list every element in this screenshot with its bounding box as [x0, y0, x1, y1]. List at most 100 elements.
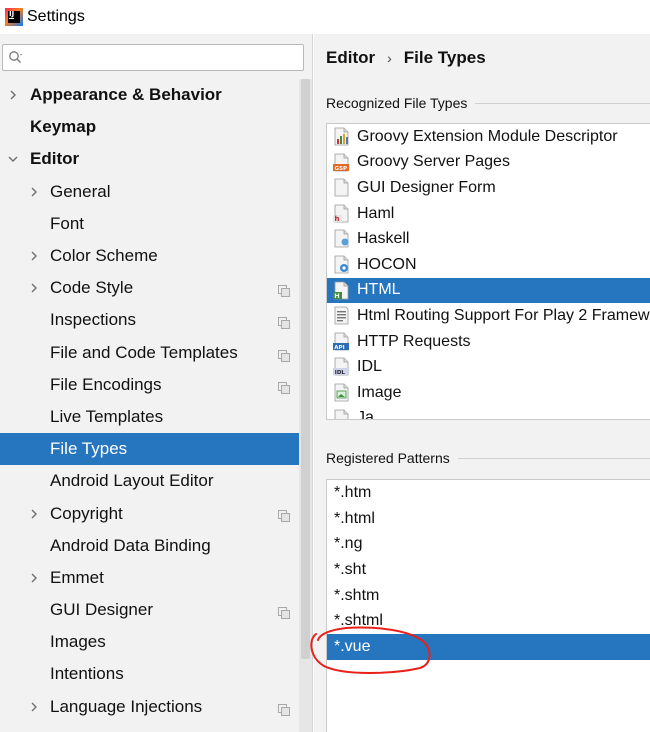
sidebar-item-label: Font [50, 213, 85, 233]
sidebar-item-android-layout-editor[interactable]: Android Layout Editor [0, 465, 299, 497]
breadcrumb-separator: › [387, 50, 392, 66]
pattern-item[interactable]: *.shtm [327, 583, 650, 609]
chevron-right-icon[interactable] [28, 508, 40, 520]
chevron-right-icon[interactable] [28, 186, 40, 198]
project-settings-copy-icon [278, 282, 290, 298]
sidebar-item-label: Code Style [50, 278, 134, 298]
file-type-html[interactable]: H HTML [327, 277, 650, 304]
sidebar-item-gui-designer[interactable]: GUI Designer [0, 594, 299, 626]
project-settings-copy-icon [278, 701, 290, 716]
file-type-haml[interactable]: h Haml [327, 201, 650, 227]
sidebar-scrollbar[interactable] [299, 79, 312, 732]
sidebar-item-label: Editor [30, 149, 80, 169]
title-bar: IJ Settings [0, 0, 650, 34]
search-box[interactable] [2, 44, 304, 71]
section-divider [475, 102, 650, 104]
sidebar-item-label: Language Injections [50, 696, 203, 716]
file-type-label: Image [357, 383, 402, 401]
pattern-item[interactable]: *.shtml [327, 608, 650, 634]
routing-icon [332, 306, 350, 325]
sidebar-item-code-style[interactable]: Code Style [0, 272, 299, 304]
chevron-right-icon[interactable] [28, 250, 40, 262]
haml-icon: h [332, 204, 350, 223]
file-type-label: HTTP Requests [357, 332, 471, 350]
file-type-label: Haskell [357, 230, 410, 248]
sidebar-scrollbar-thumb[interactable] [301, 79, 310, 659]
search-icon[interactable] [8, 50, 24, 66]
file-type-html-routing-support-for-play-2-framework[interactable]: Html Routing Support For Play 2 Framewor… [327, 303, 650, 329]
chevron-right-icon[interactable] [28, 282, 40, 294]
file-type-groovy-server-pages[interactable]: GSP Groovy Server Pages [327, 150, 650, 176]
file-type-haskell[interactable]: Haskell [327, 226, 650, 252]
svg-text:API: API [334, 345, 344, 351]
pattern-item[interactable]: *.ng [327, 531, 650, 557]
svg-text:H: H [334, 292, 339, 300]
java-icon [332, 409, 350, 419]
search-input[interactable] [29, 47, 299, 68]
intellij-logo-icon: IJ [5, 8, 23, 26]
image-icon [332, 383, 350, 402]
recognized-file-types-list[interactable]: Groovy Extension Module Descriptor GSP Gro… [326, 123, 650, 420]
file-type-ja[interactable]: Ja [327, 406, 650, 420]
sidebar-item-font[interactable]: Font [0, 208, 299, 240]
breadcrumb-parent[interactable]: Editor [326, 48, 375, 68]
sidebar-item-label: Images [50, 632, 106, 652]
file-type-groovy-extension-module-descriptor[interactable]: Groovy Extension Module Descriptor [327, 124, 650, 150]
sidebar-item-file-types[interactable]: File Types [0, 433, 299, 466]
sidebar-item-label: GUI Designer [50, 600, 153, 620]
settings-tree: Appearance & Behavior Keymap Editor General… [0, 79, 299, 723]
project-settings-copy-icon [278, 314, 290, 330]
sidebar-item-color-scheme[interactable]: Color Scheme [0, 240, 299, 272]
file-type-label: HTML [357, 281, 401, 299]
file-types-panel: Editor › File Types Recognized File Type… [314, 34, 650, 732]
pattern-item[interactable]: *.vue [327, 634, 650, 660]
settings-sidebar: Appearance & Behavior Keymap Editor General… [0, 34, 313, 732]
gsp-icon: GSP [332, 153, 350, 172]
pattern-item[interactable]: *.htm [327, 480, 650, 506]
registered-patterns-header: Registered Patterns [326, 450, 650, 466]
sidebar-item-images[interactable]: Images [0, 626, 299, 658]
chevron-right-icon[interactable] [28, 701, 40, 713]
file-type-label: GUI Designer Form [357, 178, 496, 196]
sidebar-item-file-encodings[interactable]: File Encodings [0, 369, 299, 401]
file-type-label: HOCON [357, 255, 417, 273]
sidebar-item-language-injections[interactable]: Language Injections [0, 691, 299, 723]
file-type-gui-designer-form[interactable]: GUI Designer Form [327, 175, 650, 201]
chevron-right-icon[interactable] [7, 89, 19, 101]
file-type-label: Groovy Server Pages [357, 153, 510, 171]
sidebar-item-keymap[interactable]: Keymap [0, 111, 299, 143]
chevron-down-icon[interactable] [7, 153, 19, 165]
sidebar-item-live-templates[interactable]: Live Templates [0, 401, 299, 433]
sidebar-item-label: Keymap [30, 117, 97, 137]
sidebar-item-copyright[interactable]: Copyright [0, 497, 299, 529]
sidebar-item-android-data-binding[interactable]: Android Data Binding [0, 530, 299, 562]
file-type-label: Haml [357, 204, 395, 222]
sidebar-item-appearance-behavior[interactable]: Appearance & Behavior [0, 79, 299, 111]
sidebar-item-emmet[interactable]: Emmet [0, 562, 299, 594]
file-type-hocon[interactable]: HOCON [327, 252, 650, 278]
gui-form-icon [332, 178, 350, 197]
sidebar-item-inspections[interactable]: Inspections [0, 304, 299, 336]
sidebar-item-label: Color Scheme [50, 246, 158, 266]
sidebar-item-label: Appearance & Behavior [30, 85, 222, 105]
sidebar-item-intentions[interactable]: Intentions [0, 658, 299, 690]
window-title: Settings [27, 8, 85, 25]
project-settings-copy-icon [278, 604, 290, 619]
idl-icon: IDL [332, 357, 350, 376]
pattern-item[interactable]: *.sht [327, 557, 650, 583]
sidebar-item-editor[interactable]: Editor [0, 143, 299, 175]
file-type-image[interactable]: Image [327, 380, 650, 406]
api-icon: API [332, 332, 350, 351]
file-type-idl[interactable]: IDL IDL [327, 354, 650, 380]
registered-patterns-list[interactable]: *.htm *.html *.ng *.sht *.shtm *.shtml *.vue [326, 479, 650, 732]
recognized-file-types-header: Recognized File Types [326, 95, 650, 111]
sidebar-item-label: File Types [50, 439, 128, 459]
file-type-http-requests[interactable]: API HTTP Requests [327, 329, 650, 355]
sidebar-item-label: File Encodings [50, 374, 162, 394]
file-type-label: Html Routing Support For Play 2 Framewor… [357, 306, 650, 324]
chevron-right-icon[interactable] [28, 572, 40, 584]
file-type-label: Ja [357, 409, 374, 420]
sidebar-item-file-and-code-templates[interactable]: File and Code Templates [0, 337, 299, 369]
sidebar-item-general[interactable]: General [0, 176, 299, 208]
pattern-item[interactable]: *.html [327, 506, 650, 532]
